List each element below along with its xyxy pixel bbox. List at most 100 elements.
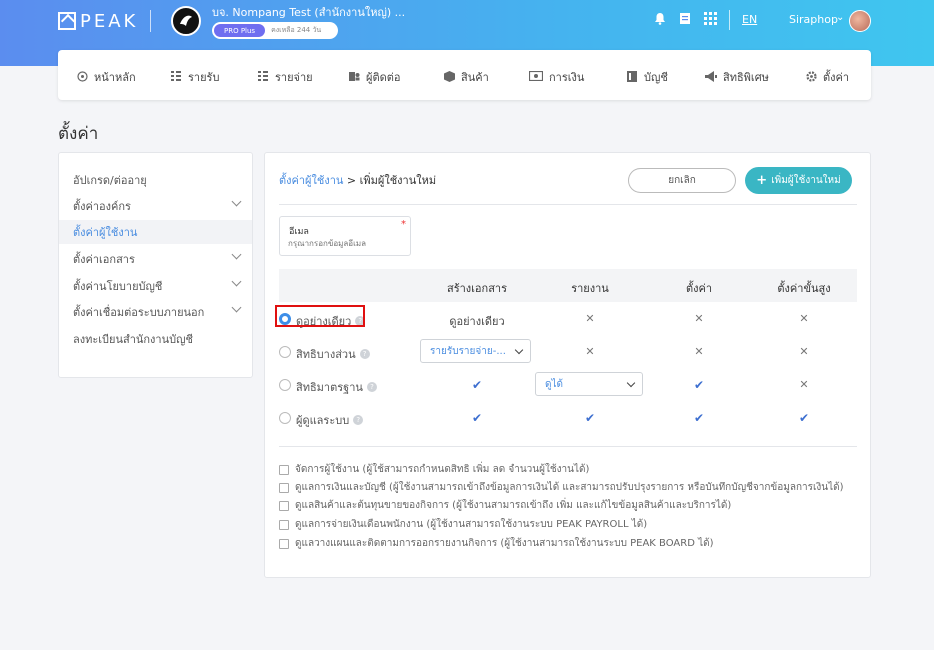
sidebar-item-users[interactable]: ตั้งค่าผู้ใช้งาน xyxy=(59,220,252,244)
help-icon[interactable]: ? xyxy=(366,382,377,392)
nav-item-contacts[interactable]: ผู้ติดต่อ xyxy=(348,68,400,86)
sidebar-item-documents[interactable]: ตั้งค่าเอกสาร xyxy=(59,247,252,271)
option-inventory[interactable]: ดูแลสินค้าและต้นทุนขายของกิจการ (ผู้ใช้ง… xyxy=(279,498,731,513)
nav-item-finance[interactable]: การเงิน xyxy=(528,68,585,86)
nav-label: รายจ่าย xyxy=(275,71,313,84)
cross-icon: ✕ xyxy=(694,345,704,358)
sidebar-item-label: ตั้งค่าองค์กร xyxy=(73,200,131,213)
nav-label: การเงิน xyxy=(549,71,585,84)
permission-row-standard[interactable]: สิทธิมาตรฐาน? ✔ ดูได้ ✔ ✕ xyxy=(279,369,857,402)
sidebar-item-accounting-policy[interactable]: ตั้งค่านโยบายบัญชี xyxy=(59,274,252,298)
accounting-book-icon xyxy=(626,71,638,83)
product-box-icon xyxy=(443,71,455,83)
user-avatar[interactable] xyxy=(849,10,871,32)
select-value: ดูได้ xyxy=(545,378,564,390)
company-name[interactable]: บจ. Nompang Test (สำนักงานใหญ่) ... xyxy=(212,3,405,21)
cross-icon: ✕ xyxy=(799,378,809,391)
peak-logo[interactable]: PEAK xyxy=(58,10,138,32)
radio-partial[interactable] xyxy=(279,346,291,358)
email-field[interactable]: อีเมล * xyxy=(279,216,411,256)
help-icon[interactable]: ? xyxy=(359,349,370,359)
option-finance-accounting[interactable]: ดูแลการเงินและบัญชี (ผู้ใช้งานสามารถเข้า… xyxy=(279,480,844,495)
permission-row-partial[interactable]: สิทธิบางส่วน? รายรับรายจ่าย-... ✕ ✕ ✕ xyxy=(279,336,857,369)
radio-admin[interactable] xyxy=(279,412,291,424)
plan-pill[interactable]: PRO Plus คงเหลือ 244 วัน xyxy=(212,22,338,39)
main-nav: หน้าหลัก รายรับ รายจ่าย ผู้ติดต่อ สินค้า… xyxy=(58,50,871,100)
breadcrumb: ตั้งค่าผู้ใช้งาน > เพิ่มผู้ใช้งานใหม่ xyxy=(279,171,436,189)
nav-item-accounting[interactable]: บัญชี xyxy=(626,68,668,86)
expense-icon xyxy=(257,71,269,83)
bell-icon[interactable] xyxy=(653,12,667,26)
add-user-panel: ตั้งค่าผู้ใช้งาน > เพิ่มผู้ใช้งานใหม่ ยก… xyxy=(264,152,871,578)
sidebar-item-label: ตั้งค่าเอกสาร xyxy=(73,253,135,266)
email-input[interactable] xyxy=(288,239,403,248)
checkbox[interactable] xyxy=(279,500,289,511)
nav-label: สิทธิพิเศษ xyxy=(723,71,769,84)
row-label: สิทธิบางส่วน? xyxy=(296,345,370,363)
bird-icon xyxy=(180,15,192,26)
nav-label: หน้าหลัก xyxy=(94,71,136,84)
company-avatar[interactable] xyxy=(171,6,201,36)
option-payroll[interactable]: ดูแลการจ่ายเงินเดือนพนักงาน (ผู้ใช้งานสา… xyxy=(279,517,647,532)
cross-icon: ✕ xyxy=(585,345,595,358)
cross-icon: ✕ xyxy=(694,312,704,325)
nav-item-privileges[interactable]: สิทธิพิเศษ xyxy=(705,68,769,86)
check-icon: ✔ xyxy=(584,411,596,425)
user-name[interactable]: Siraphop xyxy=(789,13,838,26)
document-icon[interactable] xyxy=(678,12,692,26)
row-label-text: สิทธิบางส่วน xyxy=(296,348,356,361)
breadcrumb-link-user-settings[interactable]: ตั้งค่าผู้ใช้งาน xyxy=(279,174,343,187)
cross-icon: ✕ xyxy=(585,312,595,325)
required-marker: * xyxy=(401,219,406,230)
nav-label: ตั้งค่า xyxy=(823,71,850,84)
chevron-down-icon xyxy=(231,302,242,313)
row-label-text: สิทธิมาตรฐาน xyxy=(296,381,363,394)
nav-item-expense[interactable]: รายจ่าย xyxy=(257,68,313,86)
option-board[interactable]: ดูแลวางแผนและติดตามการออกรายงานกิจการ (ผ… xyxy=(279,536,714,551)
plus-icon: + xyxy=(756,173,768,188)
cancel-button[interactable]: ยกเลิก xyxy=(628,168,736,193)
chevron-down-icon xyxy=(626,378,636,388)
nav-item-settings[interactable]: ตั้งค่า xyxy=(805,68,849,86)
megaphone-icon xyxy=(705,71,717,83)
nav-label: สินค้า xyxy=(461,71,489,84)
breadcrumb-current: > เพิ่มผู้ใช้งานใหม่ xyxy=(343,174,437,187)
report-scope-select[interactable]: ดูได้ xyxy=(535,372,643,396)
check-icon: ✔ xyxy=(471,411,483,425)
checkbox[interactable] xyxy=(279,464,289,475)
chevron-down-icon xyxy=(231,196,242,207)
sidebar-item-upgrade[interactable]: อัปเกรด/ต่ออายุ xyxy=(59,168,252,192)
email-label: อีเมล xyxy=(289,227,309,237)
language-switch[interactable]: EN xyxy=(742,13,757,26)
sidebar-item-label: ตั้งค่าผู้ใช้งาน xyxy=(73,226,138,239)
column-header-settings: ตั้งค่า xyxy=(685,282,713,295)
sidebar-item-integrations[interactable]: ตั้งค่าเชื่อมต่อระบบภายนอก xyxy=(59,300,252,324)
checkbox[interactable] xyxy=(279,538,289,549)
home-icon xyxy=(76,71,88,83)
row-label: สิทธิมาตรฐาน? xyxy=(296,378,377,396)
option-label: ดูแลสินค้าและต้นทุนขายของกิจการ (ผู้ใช้ง… xyxy=(295,500,732,511)
option-label: ดูแลวางแผนและติดตามการออกรายงานกิจการ (ผ… xyxy=(295,538,714,549)
nav-label: ผู้ติดต่อ xyxy=(366,71,401,84)
nav-item-income[interactable]: รายรับ xyxy=(170,68,219,86)
permission-row-view-only[interactable]: ดูอย่างเดียว? ดูอย่างเดียว ✕ ✕ ✕ xyxy=(275,303,857,336)
sidebar-item-register-firm[interactable]: ลงทะเบียนสำนักงานบัญชี xyxy=(59,327,252,351)
nav-item-home[interactable]: หน้าหลัก xyxy=(76,68,136,86)
help-icon[interactable]: ? xyxy=(353,415,364,425)
chevron-down-icon[interactable]: ⌄ xyxy=(836,12,844,23)
create-docs-scope-select[interactable]: รายรับรายจ่าย-... xyxy=(420,339,531,363)
checkbox[interactable] xyxy=(279,482,289,493)
sidebar-item-organization[interactable]: ตั้งค่าองค์กร xyxy=(59,194,252,218)
select-value: รายรับรายจ่าย-... xyxy=(430,345,506,357)
sidebar-item-label: อัปเกรด/ต่ออายุ xyxy=(73,174,147,187)
chevron-down-icon xyxy=(231,249,242,260)
permission-row-admin[interactable]: ผู้ดูแลระบบ? ✔ ✔ ✔ ✔ xyxy=(279,402,857,435)
option-manage-users[interactable]: จัดการผู้ใช้งาน (ผู้ใช้สามารถกำหนดสิทธิ … xyxy=(279,462,589,477)
row-label: ผู้ดูแลระบบ? xyxy=(296,411,364,429)
cross-icon: ✕ xyxy=(799,345,809,358)
radio-standard[interactable] xyxy=(279,379,291,391)
nav-item-products[interactable]: สินค้า xyxy=(443,68,489,86)
checkbox[interactable] xyxy=(279,519,289,530)
add-user-button[interactable]: + เพิ่มผู้ใช้งานใหม่ xyxy=(745,167,852,194)
app-grid-icon[interactable] xyxy=(703,12,717,26)
